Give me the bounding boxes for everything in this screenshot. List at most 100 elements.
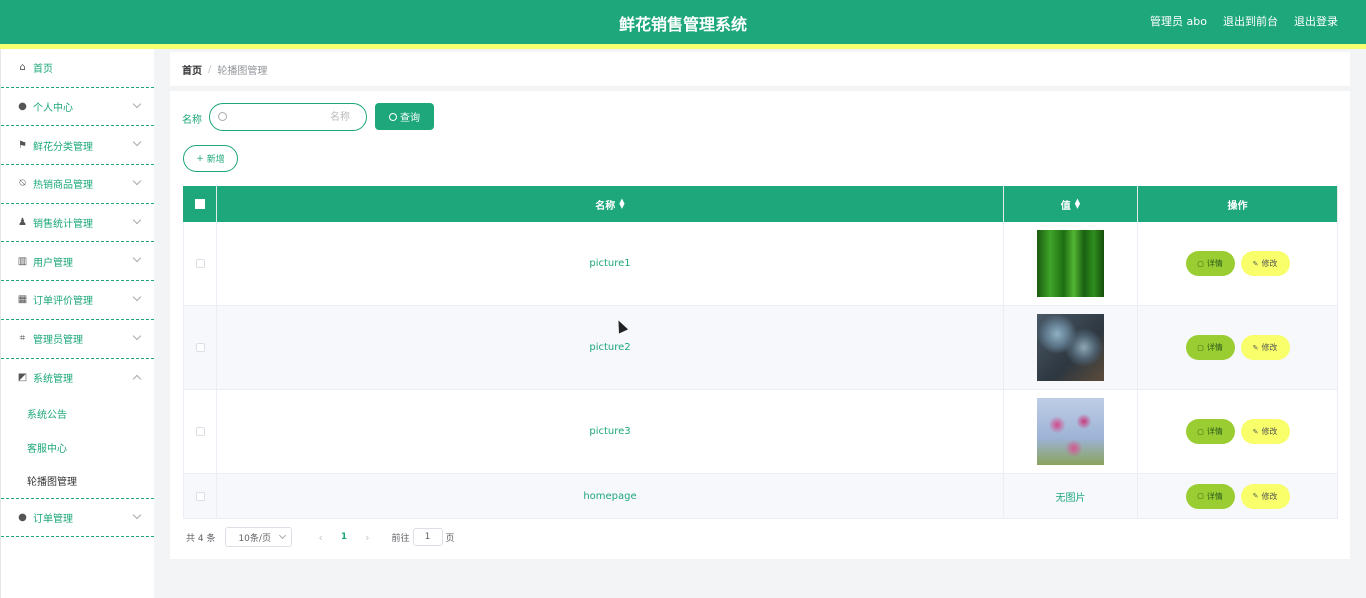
edit-label: 修改	[1261, 259, 1278, 268]
row-checkbox[interactable]	[195, 259, 205, 268]
detail-button[interactable]: ▢ 详情	[1185, 483, 1235, 509]
row-checkbox[interactable]	[195, 343, 205, 352]
current-page[interactable]: 1	[341, 532, 347, 542]
header-select-all[interactable]	[183, 186, 217, 222]
sidebar-item-label: 订单评价管理	[33, 296, 93, 308]
page-suffix: 页	[445, 533, 455, 544]
chevron-down-icon	[132, 254, 142, 263]
chevron-down-icon	[132, 292, 142, 302]
back-to-front-link[interactable]: 退出到前台	[1223, 13, 1278, 29]
person-icon: ♟	[18, 217, 27, 229]
pagination-total: 共 4 条	[186, 533, 216, 544]
logout-link[interactable]: 退出登录	[1294, 13, 1338, 29]
chevron-up-icon	[132, 374, 142, 383]
search-input[interactable]	[232, 108, 358, 126]
row-checkbox[interactable]	[195, 427, 205, 436]
detail-label: 详情	[1206, 259, 1223, 268]
edit-button[interactable]: ✎ 修改	[1240, 483, 1290, 509]
detail-button[interactable]: ▢ 详情	[1185, 419, 1235, 444]
row-select	[183, 390, 217, 473]
detail-button[interactable]: ▢ 详情	[1185, 335, 1235, 360]
sidebar-item-profile[interactable]: ● 个人中心	[1, 88, 154, 127]
submenu-item-announcements[interactable]: 系统公告	[1, 397, 154, 431]
flag-icon: ⚑	[18, 139, 27, 151]
row-checkbox[interactable]	[195, 491, 205, 501]
document-icon: ▢	[1197, 343, 1204, 352]
actions-cell: ▢ 详情 ✎ 修改	[1138, 390, 1338, 473]
breadcrumb-home[interactable]: 首页	[182, 62, 202, 77]
carousel-image	[1037, 398, 1104, 465]
sidebar-item-label: 首页	[33, 64, 53, 76]
chevron-down-icon	[132, 138, 142, 147]
home-icon: ⌂	[19, 62, 26, 74]
table-header: 名称 ▲ ▼ 值 ▲ ▼ 操作	[183, 186, 1338, 222]
value-cell	[1004, 390, 1138, 473]
edit-icon: ✎	[1252, 427, 1259, 436]
content-panel: 名称 查询 + 新增 名称▲▼ 值▲▼ 操作 picture1	[170, 91, 1350, 559]
row-select	[183, 222, 217, 305]
location-icon: ●	[18, 512, 27, 524]
edit-button[interactable]: ✎ 修改	[1240, 419, 1290, 444]
sidebar-item-hot-products[interactable]: ⍉ 热销商品管理	[1, 165, 154, 204]
chevron-down-icon	[132, 331, 142, 341]
column-name[interactable]: 名称 ▲ ▼	[217, 186, 1004, 222]
sidebar-item-label: 订单管理	[33, 514, 73, 526]
row-select	[183, 474, 217, 518]
sidebar-item-order-reviews[interactable]: ▦ 订单评价管理	[1, 281, 154, 320]
edit-icon: ✎	[1252, 492, 1259, 500]
chevron-down-icon	[132, 176, 142, 186]
sidebar-item-system[interactable]: ◩ 系统管理	[1, 359, 154, 398]
column-name-label: 名称	[595, 200, 616, 212]
query-button[interactable]: 查询	[375, 103, 434, 130]
admin-label: 管理员 abo	[1150, 15, 1207, 28]
next-page-icon[interactable]: ›	[365, 531, 369, 544]
sidebar-item-home[interactable]: ⌂ 首页	[1, 49, 154, 88]
actions-cell: ▢ 详情 ✎ 修改	[1138, 474, 1338, 518]
chart-icon: ◩	[17, 372, 28, 384]
document-icon: ▢	[1197, 259, 1204, 268]
sidebar: ⌂ 首页 ● 个人中心 ⚑ 鲜花分类管理 ⍉ 热销商品管理 ♟ 销售统计管理 ▥…	[0, 49, 154, 598]
name-cell: picture1	[217, 222, 1004, 305]
sidebar-item-flower-category[interactable]: ⚑ 鲜花分类管理	[1, 126, 154, 166]
goto-page-input[interactable]: 1	[412, 528, 443, 546]
sort-icon[interactable]: ▲ ▼	[1075, 198, 1080, 210]
pagination: 共 4 条 10条/页 ‹ 1 › 前往 1 页	[186, 527, 455, 547]
edit-label: 修改	[1261, 427, 1278, 436]
table-row: picture3 ▢ 详情 ✎ 修改	[183, 390, 1338, 474]
add-button[interactable]: + 新增	[183, 145, 238, 172]
sidebar-item-users[interactable]: ▥ 用户管理	[1, 242, 154, 282]
carousel-table: 名称 ▲ ▼ 值 ▲ ▼ 操作 picture1 ▢ 详情 ✎ 修改 picture2	[183, 186, 1338, 519]
column-value[interactable]: 值 ▲ ▼	[1004, 186, 1138, 222]
breadcrumb-current: 轮播图管理	[217, 65, 268, 77]
column-actions-label: 操作	[1227, 200, 1248, 212]
no-image-text: 无图片	[1055, 492, 1086, 504]
sidebar-item-label: 个人中心	[33, 103, 73, 115]
value-cell	[1004, 306, 1138, 389]
sort-icon[interactable]: ▲ ▼	[619, 198, 624, 210]
sidebar-item-orders[interactable]: ● 订单管理	[1, 499, 154, 538]
value-cell	[1004, 222, 1138, 305]
edit-button[interactable]: ✎ 修改	[1240, 335, 1290, 360]
edit-button[interactable]: ✎ 修改	[1240, 251, 1290, 276]
edit-icon: ✎	[1252, 343, 1259, 352]
user-icon: ●	[18, 101, 27, 113]
plus-icon: +	[196, 153, 204, 164]
sidebar-item-sales-stats[interactable]: ♟ 销售统计管理	[1, 204, 154, 243]
crop-icon: ⌗	[19, 333, 26, 345]
row-select	[183, 306, 217, 389]
actions-cell: ▢ 详情 ✎ 修改	[1138, 306, 1338, 389]
submenu-item-carousel[interactable]: 轮播图管理	[1, 464, 154, 498]
submenu-item-customer-service[interactable]: 客服中心	[1, 431, 154, 465]
name-cell: picture3	[217, 390, 1004, 473]
goto-label: 前往	[391, 533, 410, 544]
page-size-select[interactable]: 10条/页	[225, 527, 293, 547]
bar-chart-icon: ▥	[17, 255, 28, 267]
row-name: picture1	[589, 258, 631, 269]
row-name: picture2	[589, 342, 631, 353]
sidebar-item-label: 热销商品管理	[33, 180, 93, 192]
select-all-checkbox[interactable]	[194, 199, 205, 209]
prev-page-icon[interactable]: ‹	[318, 531, 322, 544]
detail-button[interactable]: ▢ 详情	[1185, 251, 1235, 276]
sidebar-item-admins[interactable]: ⌗ 管理员管理	[1, 320, 154, 359]
search-icon	[389, 112, 397, 121]
